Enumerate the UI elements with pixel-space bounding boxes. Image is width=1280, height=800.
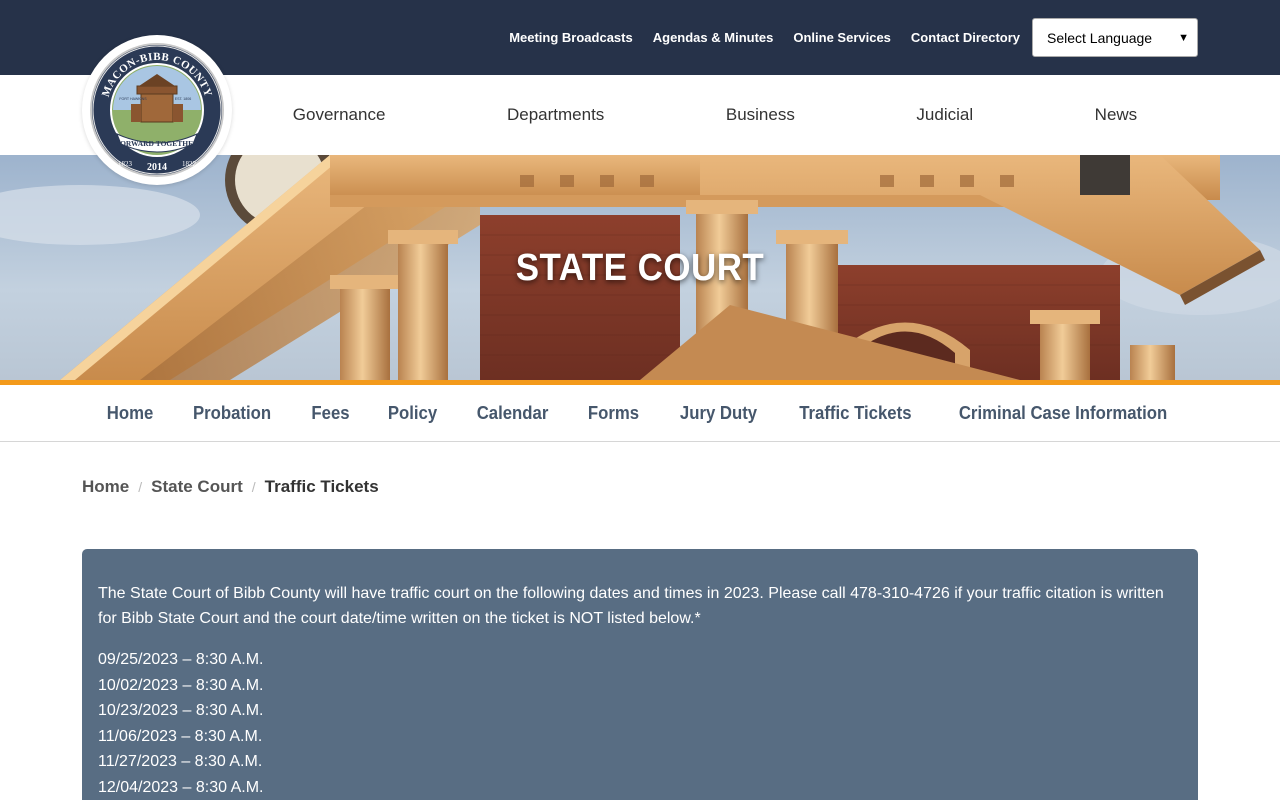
agendas-minutes-link[interactable]: Agendas & Minutes <box>653 30 774 45</box>
seal-fort-left: FORT HAWKINS <box>119 97 147 101</box>
language-select[interactable]: Select Language ▼ <box>1032 18 1198 57</box>
court-date-item: 11/27/2023 – 8:30 A.M. <box>98 753 263 770</box>
chevron-down-icon: ▼ <box>1178 31 1189 44</box>
court-date-item: 10/23/2023 – 8:30 A.M. <box>98 702 264 719</box>
seal-graphic: FORWARD TOGETHER MACON-BIBB COUNTY 1823 … <box>90 43 224 177</box>
section-nav: Home Probation Fees Policy Calendar Form… <box>0 385 1280 442</box>
nav-business[interactable]: Business <box>726 105 795 125</box>
language-select-label: Select Language <box>1047 29 1153 46</box>
nav-governance[interactable]: Governance <box>293 105 386 125</box>
online-services-link[interactable]: Online Services <box>793 30 891 45</box>
section-nav-fees[interactable]: Fees <box>311 403 349 424</box>
section-nav-calendar[interactable]: Calendar <box>477 403 549 424</box>
hero-banner: STATE COURT <box>0 155 1280 380</box>
court-date-item: 10/02/2023 – 8:30 A.M. <box>98 676 264 694</box>
court-dates-list: 09/25/2023 – 8:30 A.M. 10/02/2023 – 8:30… <box>98 647 1182 800</box>
county-seal-logo[interactable]: FORWARD TOGETHER MACON-BIBB COUNTY 1823 … <box>82 35 232 185</box>
section-nav-forms[interactable]: Forms <box>588 403 639 424</box>
seal-banner-text: FORWARD TOGETHER <box>115 139 199 148</box>
nav-departments[interactable]: Departments <box>507 105 604 125</box>
breadcrumb-state-court[interactable]: State Court <box>151 477 243 497</box>
seal-year-right: 1822 <box>182 160 197 168</box>
seal-fort-right: EST. 1806 <box>175 97 192 101</box>
utility-links: Meeting Broadcasts Agendas & Minutes Onl… <box>509 0 1020 75</box>
traffic-court-intro: The State Court of Bibb County will have… <box>98 585 1164 627</box>
section-nav-criminal-case-information[interactable]: Criminal Case Information <box>959 403 1167 424</box>
breadcrumb-home[interactable]: Home <box>82 477 129 497</box>
section-nav-home[interactable]: Home <box>107 403 154 424</box>
section-nav-jury-duty[interactable]: Jury Duty <box>680 403 757 424</box>
section-nav-items: Home Probation Fees Policy Calendar Form… <box>82 385 1198 442</box>
nav-judicial[interactable]: Judicial <box>916 105 973 125</box>
court-date-item: 09/25/2023 – 8:30 A.M. <box>98 651 264 668</box>
main-nav-items: Governance Departments Business Judicial… <box>232 75 1198 155</box>
breadcrumb-current: Traffic Tickets <box>264 477 379 496</box>
contact-directory-link[interactable]: Contact Directory <box>911 30 1020 45</box>
court-date-item: 12/04/2023 – 8:30 A.M. <box>98 778 264 796</box>
breadcrumb-separator: / <box>251 479 256 495</box>
traffic-court-panel: The State Court of Bibb County will have… <box>82 549 1198 800</box>
page-title: STATE COURT <box>515 247 765 289</box>
court-date-item: 11/06/2023 – 8:30 A.M. <box>98 727 263 745</box>
breadcrumb: Home / State Court / Traffic Tickets <box>82 476 379 498</box>
section-nav-policy[interactable]: Policy <box>388 403 437 424</box>
breadcrumb-separator: / <box>138 479 143 495</box>
nav-news[interactable]: News <box>1095 105 1138 125</box>
seal-year-center: 2014 <box>147 162 167 173</box>
seal-year-left: 1823 <box>118 160 133 168</box>
section-nav-probation[interactable]: Probation <box>193 403 271 424</box>
section-nav-traffic-tickets[interactable]: Traffic Tickets <box>799 403 911 424</box>
meeting-broadcasts-link[interactable]: Meeting Broadcasts <box>509 30 633 45</box>
